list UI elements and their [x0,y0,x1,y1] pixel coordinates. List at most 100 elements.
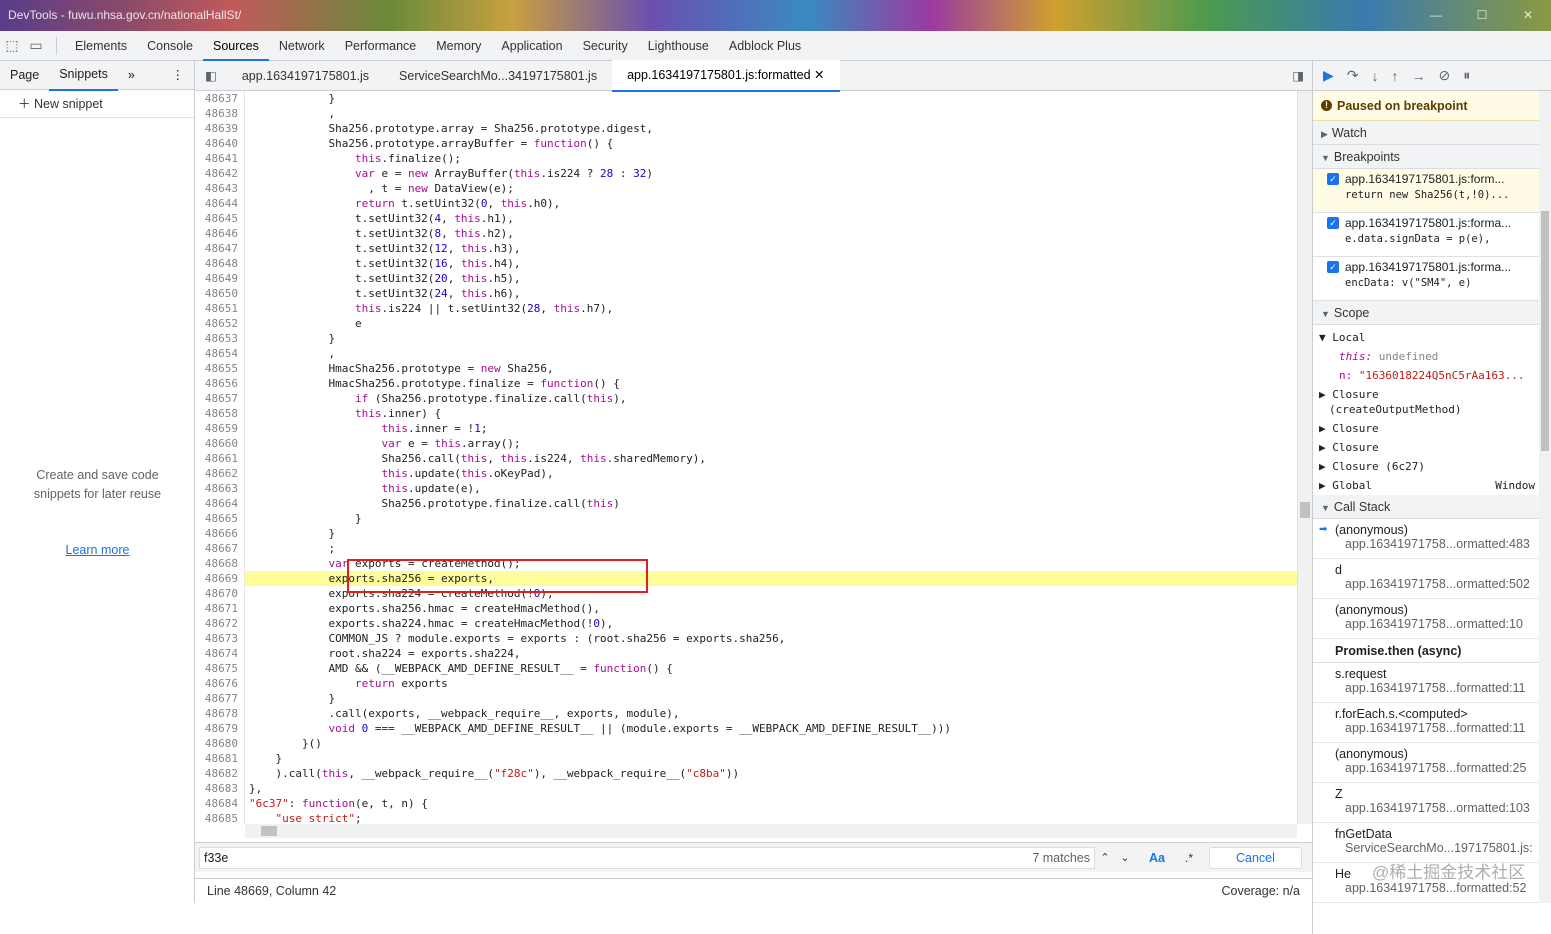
call-frame[interactable]: d app.16341971758...ormatted:502 [1313,559,1551,599]
tab-console[interactable]: Console [137,31,203,61]
line-number[interactable]: 48669 [195,571,245,586]
line-number[interactable]: 48663 [195,481,245,496]
line-number[interactable]: 48654 [195,346,245,361]
line-number[interactable]: 48665 [195,511,245,526]
line-number[interactable]: 48648 [195,256,245,271]
line-number[interactable]: 48661 [195,451,245,466]
file-tab[interactable]: app.1634197175801.js [227,61,384,91]
code-line[interactable]: 48659 this.inner = !1; [195,421,1297,436]
line-number[interactable]: 48671 [195,601,245,616]
code-line[interactable]: 48681 } [195,751,1297,766]
line-number[interactable]: 48682 [195,766,245,781]
maximize-icon[interactable]: ☐ [1459,0,1505,31]
breakpoint-item[interactable]: ✓ app.1634197175801.js:forma... encData: v… [1313,257,1551,301]
inspect-element-icon[interactable]: ⬚ [0,31,24,61]
call-frame[interactable]: (anonymous) app.16341971758...formatted:2… [1313,743,1551,783]
checkbox-checked-icon[interactable]: ✓ [1327,261,1339,273]
code-line[interactable]: 48648 t.setUint32(16, this.h4), [195,256,1297,271]
tab-sources[interactable]: Sources [202,31,269,61]
code-line[interactable]: 48656 HmacSha256.prototype.finalize = fu… [195,376,1297,391]
code-line[interactable]: 48649 t.setUint32(20, this.h5), [195,271,1297,286]
code-line[interactable]: 48646 t.setUint32(8, this.h2), [195,226,1297,241]
section-scope[interactable]: ▼ Scope [1313,301,1551,325]
close-tab-icon[interactable]: ✕ [814,68,824,82]
code-line[interactable]: 48674 root.sha224 = exports.sha224, [195,646,1297,661]
step-out-icon[interactable]: ↑ [1392,68,1399,84]
code-line[interactable]: 48653 } [195,331,1297,346]
line-number[interactable]: 48638 [195,106,245,121]
line-number[interactable]: 48655 [195,361,245,376]
checkbox-checked-icon[interactable]: ✓ [1327,173,1339,185]
line-number[interactable]: 48656 [195,376,245,391]
code-line[interactable]: 48678 .call(exports, __webpack_require__… [195,706,1297,721]
line-number[interactable]: 48637 [195,91,245,106]
code-line[interactable]: 48640 Sha256.prototype.arrayBuffer = fun… [195,136,1297,151]
file-tab-active[interactable]: app.1634197175801.js:formatted ✕ [612,59,840,92]
step-over-icon[interactable]: ↷ [1347,67,1359,84]
line-number[interactable]: 48647 [195,241,245,256]
line-number[interactable]: 48678 [195,706,245,721]
line-number[interactable]: 48642 [195,166,245,181]
call-frame[interactable]: fnGetData ServiceSearchMo...197175801.js: [1313,823,1551,863]
code-line[interactable]: 48676 return exports [195,676,1297,691]
line-number[interactable]: 48651 [195,301,245,316]
line-number[interactable]: 48652 [195,316,245,331]
code-line[interactable]: 48638 , [195,106,1297,121]
tab-application[interactable]: Application [491,31,572,61]
code-line[interactable]: 48641 this.finalize(); [195,151,1297,166]
checkbox-checked-icon[interactable]: ✓ [1327,217,1339,229]
editor-horizontal-scrollbar[interactable] [245,824,1297,838]
line-number[interactable]: 48677 [195,691,245,706]
scope-closure[interactable]: ▶ Closure (6c27) [1319,457,1551,476]
code-line[interactable]: 48684 "6c37": function(e, t, n) { [195,796,1297,811]
code-line[interactable]: 48658 this.inner) { [195,406,1297,421]
step-into-icon[interactable]: ↓ [1372,68,1379,84]
call-frame[interactable]: s.request app.16341971758...formatted:11 [1313,663,1551,703]
code-line[interactable]: 48642 var e = new ArrayBuffer(this.is224… [195,166,1297,181]
line-number[interactable]: 48679 [195,721,245,736]
line-number[interactable]: 48676 [195,676,245,691]
pause-exceptions-icon[interactable]: ⏸ [1463,67,1470,84]
line-number[interactable]: 48685 [195,811,245,824]
device-toolbar-icon[interactable]: ▭ [24,31,48,61]
step-icon[interactable]: → [1412,68,1426,84]
line-number[interactable]: 48641 [195,151,245,166]
breakpoint-item[interactable]: ✓ app.1634197175801.js:forma... e.data.sig… [1313,213,1551,257]
next-match-icon[interactable]: ⌄ [1115,851,1135,864]
line-number[interactable]: 48666 [195,526,245,541]
code-line[interactable]: 48639 Sha256.prototype.array = Sha256.pr… [195,121,1297,136]
code-line[interactable]: 48673 COMMON_JS ? module.exports = expor… [195,631,1297,646]
code-line[interactable]: 48680 }() [195,736,1297,751]
line-number[interactable]: 48667 [195,541,245,556]
line-number[interactable]: 48673 [195,631,245,646]
tab-performance[interactable]: Performance [335,31,427,61]
code-line[interactable]: 48682 ).call(this, __webpack_require__("… [195,766,1297,781]
line-number[interactable]: 48684 [195,796,245,811]
code-line[interactable]: 48650 t.setUint32(24, this.h6), [195,286,1297,301]
code-line[interactable]: 48637 } [195,91,1297,106]
line-number[interactable]: 48675 [195,661,245,676]
line-number[interactable]: 48680 [195,736,245,751]
line-number[interactable]: 48659 [195,421,245,436]
code-line[interactable]: 48645 t.setUint32(4, this.h1), [195,211,1297,226]
code-line[interactable]: 48664 Sha256.prototype.finalize.call(thi… [195,496,1297,511]
scope-closure[interactable]: ▶ Closure [1319,419,1551,438]
scope-local[interactable]: ▼ Local [1319,328,1551,347]
code-line[interactable]: 48662 this.update(this.oKeyPad), [195,466,1297,481]
toggle-debugger-icon[interactable]: ◨ [1292,68,1312,83]
line-number[interactable]: 48653 [195,331,245,346]
regex-button[interactable]: .* [1185,851,1193,865]
code-line[interactable]: 48657 if (Sha256.prototype.finalize.call… [195,391,1297,406]
new-snippet-button[interactable]: ＋ New snippet [0,90,194,118]
line-number[interactable]: 48672 [195,616,245,631]
code-line[interactable]: 48651 this.is224 || t.setUint32(28, this… [195,301,1297,316]
code-line[interactable]: 48683}, [195,781,1297,796]
tab-lighthouse[interactable]: Lighthouse [638,31,719,61]
sidebar-scrollbar[interactable] [1539,91,1551,903]
deactivate-breakpoints-icon[interactable]: ⊘ [1439,67,1451,84]
tab-security[interactable]: Security [573,31,638,61]
line-number[interactable]: 48660 [195,436,245,451]
code-line[interactable]: 48661 Sha256.call(this, this.is224, this… [195,451,1297,466]
line-number[interactable]: 48639 [195,121,245,136]
line-number[interactable]: 48683 [195,781,245,796]
